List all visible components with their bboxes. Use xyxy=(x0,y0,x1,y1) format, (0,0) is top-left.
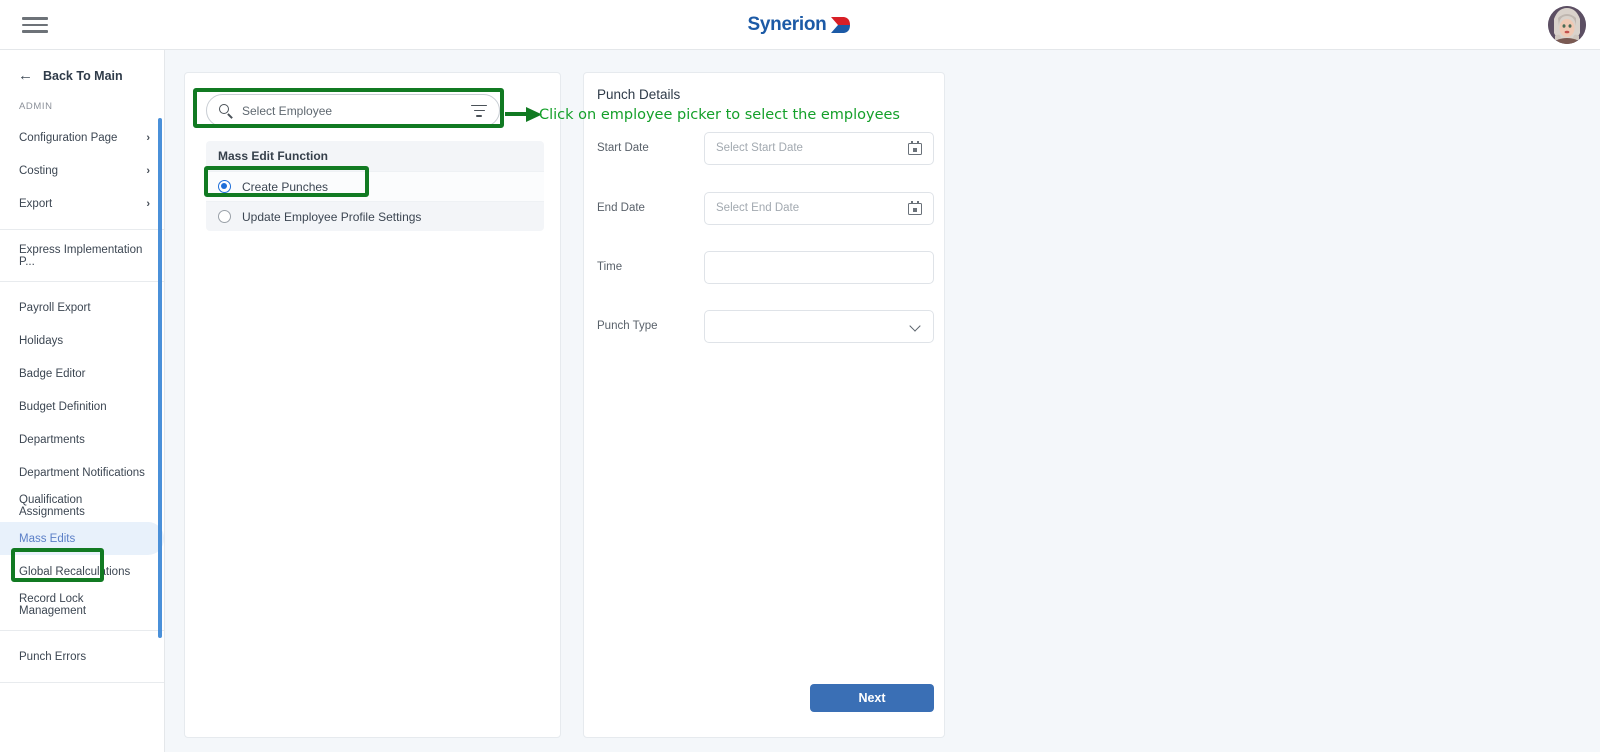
sidebar-item-punch-errors[interactable]: Punch Errors xyxy=(0,640,164,673)
back-to-main-button[interactable]: ← Back To Main xyxy=(0,50,164,97)
synerion-arrow-logo-icon xyxy=(830,16,853,34)
top-app-bar: Synerion xyxy=(0,0,1600,50)
hamburger-line xyxy=(22,30,48,33)
brand-name: Synerion xyxy=(747,14,827,35)
sidebar-item-label: Department Notifications xyxy=(19,466,145,479)
field-label: End Date xyxy=(597,202,645,214)
sidebar-section-label: ADMIN xyxy=(19,101,53,112)
sidebar-item-costing[interactable]: Costing › xyxy=(0,154,164,187)
sidebar-item-label: Configuration Page xyxy=(19,131,118,144)
sidebar-item-label: Punch Errors xyxy=(19,650,87,663)
sidebar-group-punch: Punch Errors xyxy=(0,631,164,683)
sidebar-item-label: Global Recalculations xyxy=(19,565,131,578)
calendar-icon[interactable] xyxy=(908,141,922,155)
chevron-down-icon[interactable] xyxy=(910,320,922,332)
sidebar-item-label: Qualification Assignments xyxy=(19,493,85,518)
sidebar-item-label: Export xyxy=(19,197,53,210)
sidebar-item-department-notifications[interactable]: Department Notifications xyxy=(0,456,164,489)
brand-logo: Synerion xyxy=(0,0,1600,50)
sidebar-item-badge-editor[interactable]: Badge Editor xyxy=(0,357,164,390)
radio-option-create-punches[interactable]: Create Punches xyxy=(206,171,544,201)
radio-option-label: Create Punches xyxy=(242,179,329,194)
field-time: Time xyxy=(584,250,946,284)
sidebar-item-record-lock-management[interactable]: Record Lock Management xyxy=(0,588,164,621)
sidebar-group-tools: Payroll Export Holidays Badge Editor Bud… xyxy=(0,282,164,631)
employee-picker-input[interactable]: Select Employee xyxy=(206,94,500,127)
field-label: Start Date xyxy=(597,142,649,154)
hamburger-line xyxy=(22,23,48,27)
end-date-placeholder: Select End Date xyxy=(716,202,800,214)
chevron-right-icon: › xyxy=(146,164,150,177)
end-date-input[interactable]: Select End Date xyxy=(704,191,934,225)
avatar[interactable] xyxy=(1548,6,1586,44)
start-date-input[interactable]: Select Start Date xyxy=(704,131,934,165)
mass-edit-function-header: Mass Edit Function xyxy=(206,141,544,171)
next-button[interactable]: Next xyxy=(810,684,934,712)
field-punch-type: Punch Type xyxy=(584,309,946,343)
sidebar-item-qualification-assignments[interactable]: Qualification Assignments xyxy=(0,489,164,522)
main-content: Select Employee Mass Edit Function Creat… xyxy=(165,50,1600,752)
field-start-date: Start Date Select Start Date xyxy=(584,131,946,165)
sidebar-item-express-implementation[interactable]: Express Implementation P... xyxy=(0,239,164,272)
sidebar-item-label: Mass Edits xyxy=(19,532,76,545)
sidebar-item-label: Holidays xyxy=(19,334,64,347)
sidebar-item-label: Budget Definition xyxy=(19,400,107,413)
sidebar-group-admin: Configuration Page › Costing › Export › xyxy=(0,118,164,230)
hamburger-line xyxy=(22,17,48,20)
employee-picker-placeholder: Select Employee xyxy=(242,103,333,118)
sidebar-group-express: Express Implementation P... xyxy=(0,230,164,282)
back-to-main-label: Back To Main xyxy=(43,68,123,83)
chevron-right-icon: › xyxy=(146,131,150,144)
mass-edit-function-list: Mass Edit Function Create Punches Update… xyxy=(206,141,544,231)
sidebar-item-label: Departments xyxy=(19,433,85,446)
sidebar-item-label: Costing xyxy=(19,164,58,177)
start-date-placeholder: Select Start Date xyxy=(716,142,803,154)
time-input[interactable] xyxy=(704,250,934,284)
sidebar-item-holidays[interactable]: Holidays xyxy=(0,324,164,357)
punch-details-card: Punch Details Start Date Select Start Da… xyxy=(583,72,945,738)
calendar-icon[interactable] xyxy=(908,201,922,215)
filter-icon[interactable] xyxy=(471,104,487,117)
field-label: Time xyxy=(597,261,623,273)
field-label: Punch Type xyxy=(597,320,658,332)
sidebar: ← Back To Main ADMIN Configuration Page … xyxy=(0,50,165,752)
sidebar-scrollbar[interactable] xyxy=(158,118,162,638)
radio-icon-selected[interactable] xyxy=(218,180,231,193)
radio-option-update-employee-profile-settings[interactable]: Update Employee Profile Settings xyxy=(206,201,544,231)
sidebar-item-departments[interactable]: Departments xyxy=(0,423,164,456)
radio-option-label: Update Employee Profile Settings xyxy=(242,209,422,224)
sidebar-item-global-recalculations[interactable]: Global Recalculations xyxy=(0,555,164,588)
search-icon xyxy=(219,103,233,119)
sidebar-item-configuration-page[interactable]: Configuration Page › xyxy=(0,121,164,154)
sidebar-item-mass-edits[interactable]: Mass Edits xyxy=(0,522,164,555)
field-end-date: End Date Select End Date xyxy=(584,191,946,225)
hamburger-icon[interactable] xyxy=(22,14,48,36)
chevron-right-icon: › xyxy=(146,197,150,210)
sidebar-item-label: Payroll Export xyxy=(19,301,91,314)
radio-icon-unselected[interactable] xyxy=(218,210,231,223)
sidebar-item-budget-definition[interactable]: Budget Definition xyxy=(0,390,164,423)
sidebar-item-export[interactable]: Export › xyxy=(0,187,164,220)
sidebar-item-label: Express Implementation P... xyxy=(19,243,143,268)
sidebar-item-payroll-export[interactable]: Payroll Export xyxy=(0,291,164,324)
punch-details-title: Punch Details xyxy=(597,87,681,102)
mass-edit-card: Select Employee Mass Edit Function Creat… xyxy=(184,72,561,738)
arrow-left-icon: ← xyxy=(18,67,33,84)
punch-type-select[interactable] xyxy=(704,309,934,343)
sidebar-item-label: Record Lock Management xyxy=(19,592,87,617)
sidebar-item-label: Badge Editor xyxy=(19,367,86,380)
